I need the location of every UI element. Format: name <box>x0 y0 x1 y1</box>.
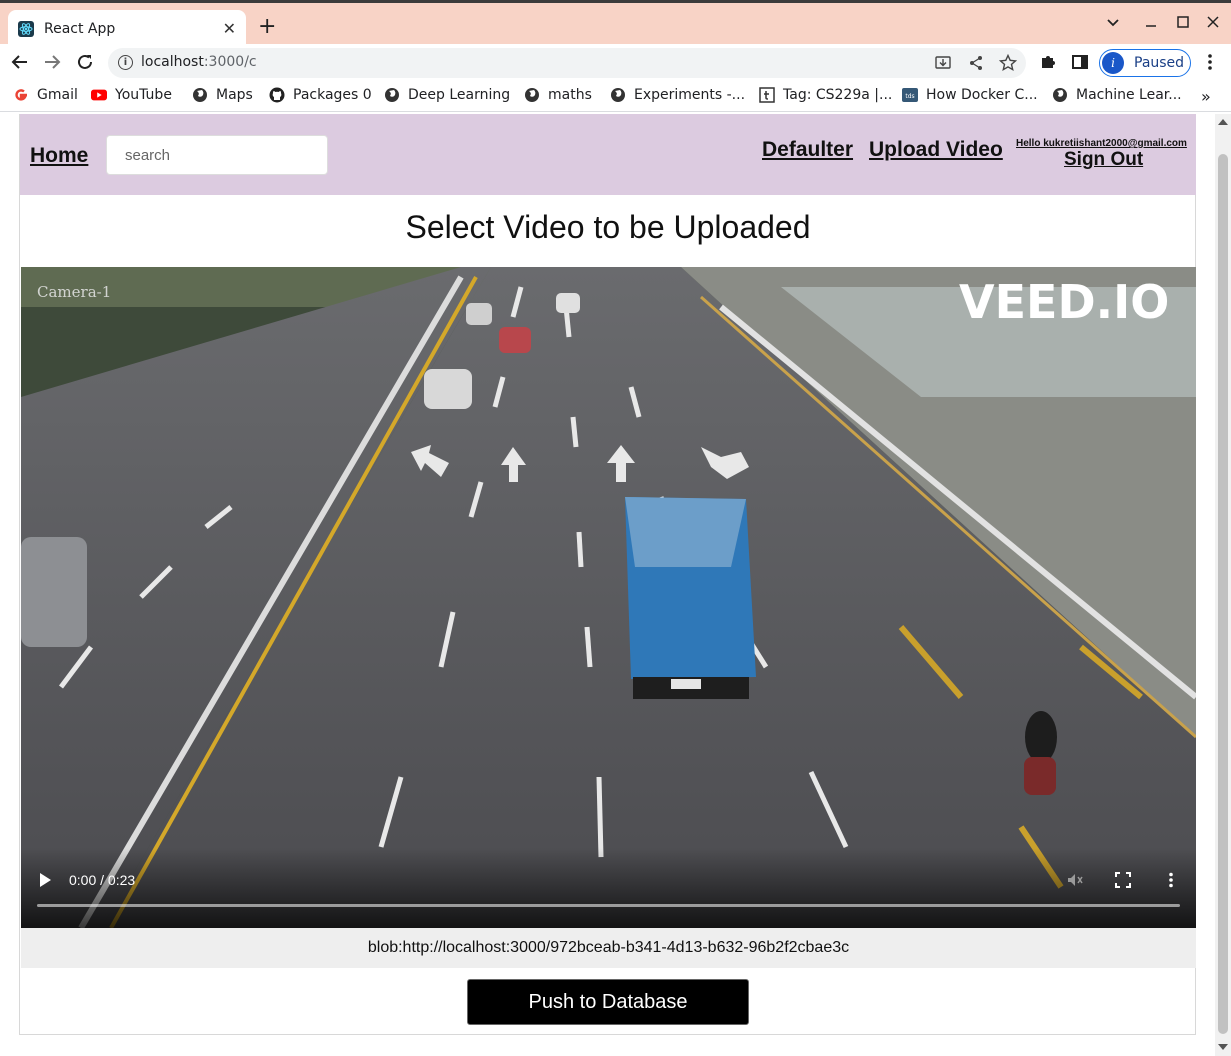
video-time: 0:00 / 0:23 <box>69 872 136 888</box>
install-app-icon[interactable] <box>934 54 952 72</box>
camera-label: Camera-1 <box>37 283 112 301</box>
bookmark-label: How Docker C... <box>926 87 1038 103</box>
fullscreen-icon[interactable] <box>1113 870 1133 890</box>
video-player[interactable]: Camera-1 VEED.IO 0:00 / 0:23 <box>21 267 1196 928</box>
tds-icon: tds <box>902 87 918 103</box>
reload-icon[interactable] <box>73 50 97 74</box>
globe-icon <box>610 87 626 103</box>
video-options-icon[interactable] <box>1161 870 1181 890</box>
profile-status: Paused <box>1134 55 1185 71</box>
extensions-puzzle-icon[interactable] <box>1036 50 1060 74</box>
minimize-icon[interactable] <box>1144 15 1158 33</box>
bookmark-youtube[interactable]: YouTube <box>91 87 172 103</box>
push-to-database-button[interactable]: Push to Database <box>467 979 749 1025</box>
app-navbar: Home Defaulter Upload Video Hello kukret… <box>20 114 1196 195</box>
browser-toolbar: i localhost:3000/c i Paused <box>0 44 1231 82</box>
page-viewport: Home Defaulter Upload Video Hello kukret… <box>0 114 1231 1056</box>
react-favicon-icon <box>18 20 34 37</box>
bookmark-packages[interactable]: Packages 0 <box>269 87 372 103</box>
mute-icon[interactable] <box>1065 870 1085 890</box>
bookmark-how-docker[interactable]: tds How Docker C... <box>902 87 1038 103</box>
google-icon <box>13 87 29 103</box>
bookmark-label: YouTube <box>115 87 172 103</box>
bookmark-label: Tag: CS229a |... <box>783 87 893 103</box>
kebab-menu-icon[interactable] <box>1198 50 1222 74</box>
browser-chrome: React App ✕ + i localhost:3000/c i Pause… <box>0 0 1231 114</box>
share-icon[interactable] <box>967 54 985 72</box>
bookmark-label: Gmail <box>37 87 78 103</box>
bookmark-label: Deep Learning <box>408 87 511 103</box>
globe-icon <box>384 87 400 103</box>
video-progress-bar[interactable] <box>37 904 1180 907</box>
globe-icon <box>192 87 208 103</box>
user-greeting: Hello kukretiishant2000@gmail.com <box>1016 138 1187 149</box>
profile-avatar: i <box>1102 52 1124 74</box>
defaulter-link[interactable]: Defaulter <box>762 138 853 162</box>
globe-icon <box>524 87 540 103</box>
sign-out-link[interactable]: Sign Out <box>1064 149 1143 171</box>
bookmark-label: Packages 0 <box>293 87 372 103</box>
url-text: localhost:3000/c <box>141 54 257 70</box>
bookmark-star-icon[interactable] <box>999 54 1017 72</box>
bookmark-gmail[interactable]: Gmail <box>13 87 78 103</box>
video-controls-overlay <box>21 848 1196 928</box>
youtube-icon <box>91 87 107 103</box>
bookmark-maths[interactable]: maths <box>524 87 592 103</box>
bookmark-label: maths <box>548 87 592 103</box>
forward-arrow-icon[interactable] <box>40 50 64 74</box>
new-tab-button[interactable]: + <box>258 16 276 38</box>
search-input[interactable] <box>106 135 328 175</box>
video-frame <box>21 267 1196 928</box>
tumblr-icon <box>759 87 775 103</box>
scroll-up-arrow-icon[interactable] <box>1218 119 1228 125</box>
home-link[interactable]: Home <box>30 144 88 168</box>
svg-text:tds: tds <box>905 93 914 100</box>
scrollbar-thumb[interactable] <box>1218 154 1228 1034</box>
browser-tab[interactable]: React App ✕ <box>8 10 246 47</box>
scroll-down-arrow-icon[interactable] <box>1218 1044 1228 1050</box>
tab-search-chevron-icon[interactable] <box>1106 15 1120 33</box>
tab-title: React App <box>44 20 116 37</box>
app-container: Home Defaulter Upload Video Hello kukret… <box>19 114 1196 1035</box>
bookmark-maps[interactable]: Maps <box>192 87 253 103</box>
tab-close-icon[interactable]: ✕ <box>223 19 236 38</box>
upload-video-link[interactable]: Upload Video <box>869 138 1003 162</box>
side-panel-icon[interactable] <box>1068 50 1092 74</box>
bookmark-cs229a[interactable]: Tag: CS229a |... <box>759 87 892 103</box>
github-icon <box>269 87 285 103</box>
page-scrollbar[interactable] <box>1215 114 1231 1056</box>
bookmark-label: Maps <box>216 87 253 103</box>
bookmark-label: Experiments -... <box>634 87 746 103</box>
bookmarks-overflow-chevron[interactable]: » <box>1201 87 1211 106</box>
address-bar[interactable]: i localhost:3000/c <box>108 48 1026 78</box>
globe-icon <box>1052 87 1068 103</box>
close-window-icon[interactable] <box>1206 15 1220 33</box>
tab-strip: React App ✕ + <box>0 0 1231 47</box>
blob-url: blob:http://localhost:3000/972bceab-b341… <box>21 928 1196 968</box>
bookmark-label: Machine Lear... <box>1076 87 1182 103</box>
page-title: Select Video to be Uploaded <box>405 209 811 245</box>
site-info-icon[interactable]: i <box>118 55 133 70</box>
profile-button[interactable]: i Paused <box>1099 49 1191 77</box>
bookmark-experiments[interactable]: Experiments -... <box>610 87 745 103</box>
bookmark-deep-learning[interactable]: Deep Learning <box>384 87 510 103</box>
maximize-icon[interactable] <box>1176 15 1190 33</box>
bookmarks-bar: Gmail YouTube Maps Packages 0 Deep Learn… <box>0 82 1231 112</box>
bookmark-machine-learning[interactable]: Machine Lear... <box>1052 87 1182 103</box>
back-arrow-icon[interactable] <box>8 50 32 74</box>
play-icon[interactable] <box>39 873 51 887</box>
veed-watermark: VEED.IO <box>959 275 1170 329</box>
